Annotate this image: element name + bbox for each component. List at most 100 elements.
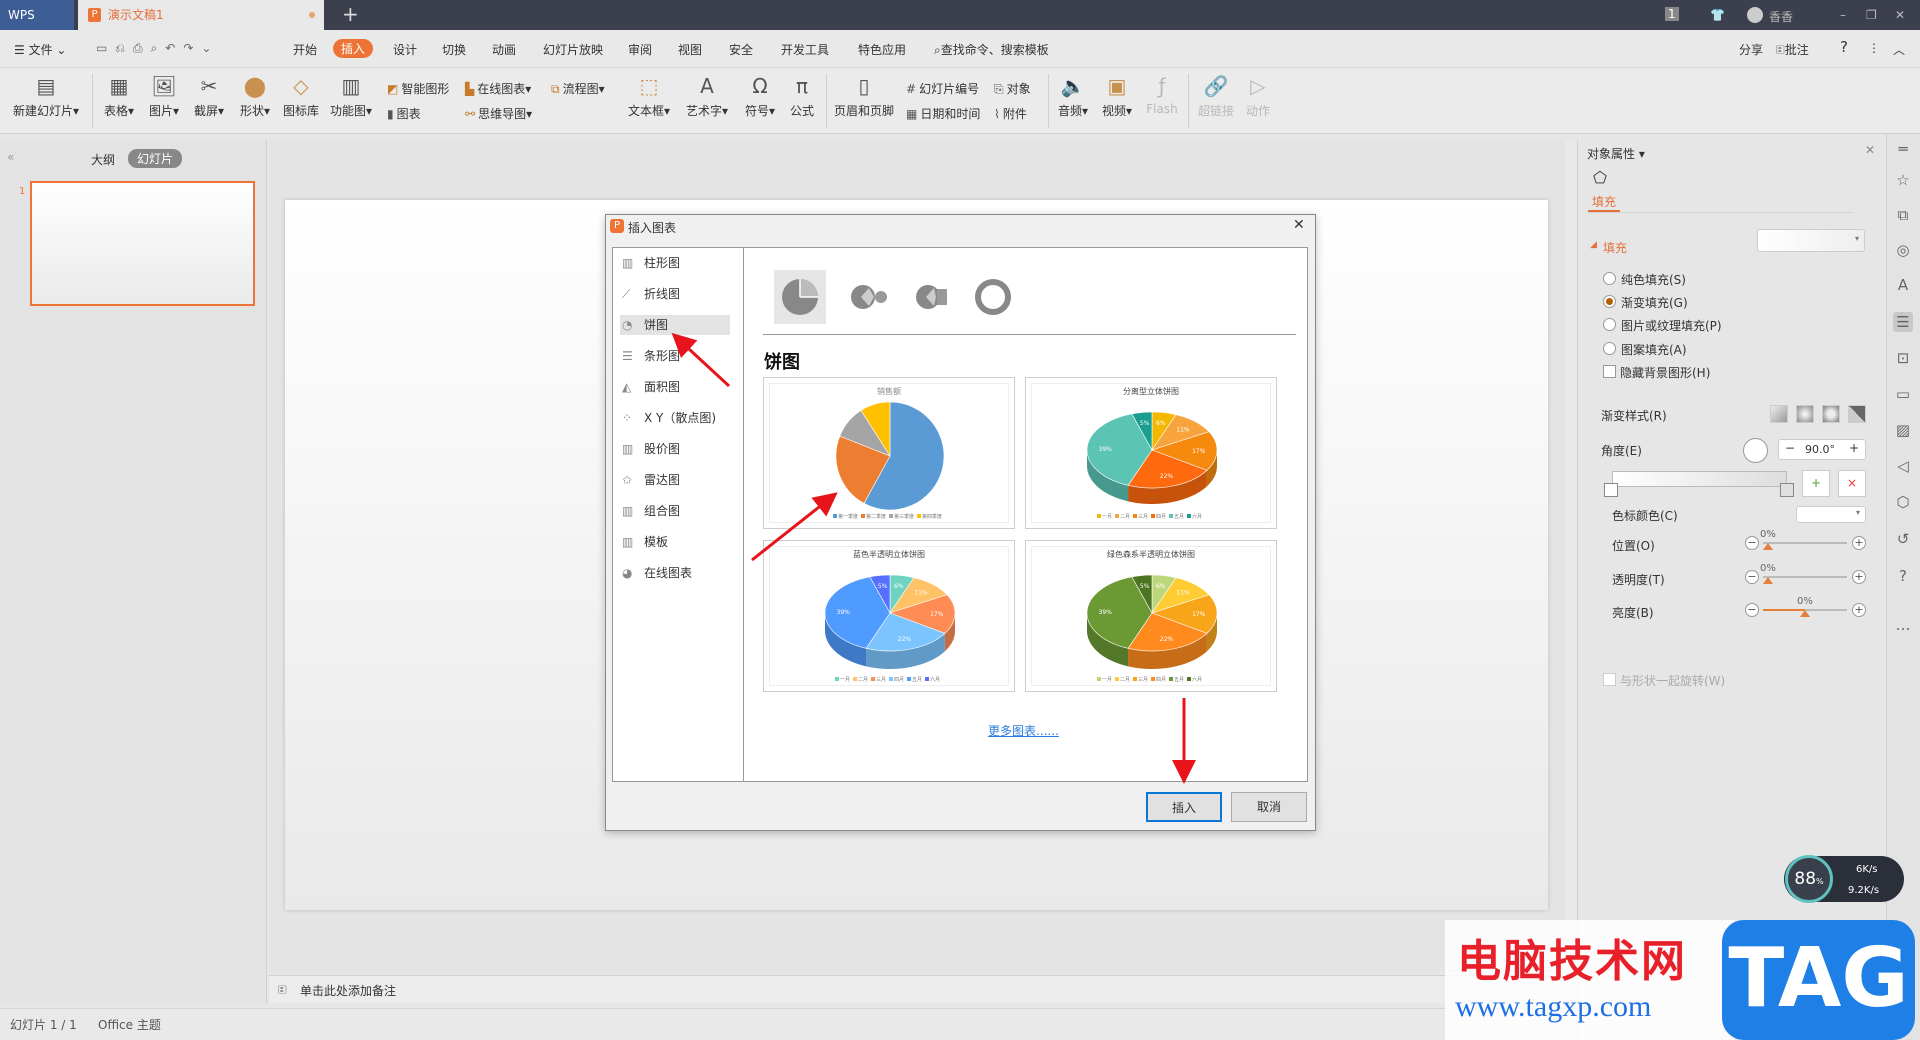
icon-library-button[interactable]: ◇ 图标库: [283, 72, 319, 119]
angle-stepper[interactable]: − 90.0° +: [1778, 439, 1866, 460]
command-search[interactable]: ⌕查找命令、搜索模板: [934, 41, 1049, 58]
hexagon-icon[interactable]: ⬡: [1893, 492, 1913, 512]
minimize-button[interactable]: –: [1840, 8, 1846, 22]
share-button[interactable]: 分享: [1739, 41, 1763, 58]
symbol-button[interactable]: Ω 符号▾: [745, 72, 775, 119]
page-badge[interactable]: 1: [1665, 7, 1679, 21]
tab-transition[interactable]: 切换: [442, 41, 466, 58]
brightness-minus[interactable]: −: [1745, 603, 1759, 617]
new-slide-button[interactable]: ▤ 新建幻灯片▾: [13, 72, 79, 119]
gradient-stop-end[interactable]: [1780, 483, 1794, 497]
text-style-icon[interactable]: A: [1893, 275, 1913, 295]
insert-button[interactable]: 插入: [1146, 792, 1222, 822]
tab-slideshow[interactable]: 幻灯片放映: [543, 41, 603, 58]
chart-category-item[interactable]: ▥ 组合图: [620, 501, 730, 521]
collapse-ribbon-icon[interactable]: ︿: [1893, 41, 1905, 58]
audio-button[interactable]: 🔈 音频▾: [1058, 72, 1088, 119]
header-footer-button[interactable]: ▯ 页眉和页脚: [834, 72, 894, 119]
help-button[interactable]: ?: [1840, 38, 1848, 56]
chart-template-card[interactable]: 分离型立体饼图 6% 11% 17% 22% 39% 5% 一月 二月 三月 四月 五月 六月: [1025, 377, 1277, 529]
tab-insert[interactable]: 插入: [333, 39, 374, 58]
angle-knob[interactable]: [1743, 438, 1768, 463]
chart-template-card[interactable]: 绿色森系半透明立体饼图 6% 11% 17% 22% 39% 5% 一月 二月 三月 四月 五月 六月: [1025, 540, 1277, 692]
transparency-slider-thumb[interactable]: [1763, 577, 1773, 584]
skin-icon[interactable]: 👕: [1710, 8, 1725, 22]
document-tab[interactable]: 演示文稿1: [78, 0, 324, 30]
flash-button[interactable]: ƒ Flash: [1146, 72, 1177, 116]
gradient-stop-start[interactable]: [1604, 483, 1618, 497]
attachment-button[interactable]: ⌇ 附件: [994, 105, 1027, 122]
tab-features[interactable]: 特色应用: [858, 41, 906, 58]
quick-access-toolbar[interactable]: ▭⎌⎙⌕↶↷⌄: [96, 41, 219, 56]
more-icon[interactable]: …: [1893, 615, 1913, 635]
rotate-with-shape-checkbox[interactable]: [1603, 673, 1616, 686]
chart-button[interactable]: ▮ 图表: [387, 105, 421, 122]
transparency-plus[interactable]: +: [1852, 570, 1866, 584]
flowchart-button[interactable]: ⧉ 流程图▾: [551, 80, 605, 97]
tab-review[interactable]: 审阅: [628, 41, 652, 58]
pie-of-pie-icon[interactable]: [851, 285, 887, 309]
tab-fill[interactable]: 填充: [1592, 193, 1616, 210]
properties-icon[interactable]: ☰: [1893, 312, 1913, 332]
slide-number-button[interactable]: # 幻灯片编号: [906, 80, 979, 97]
doughnut-icon[interactable]: [975, 279, 1011, 315]
tab-developer[interactable]: 开发工具: [781, 41, 829, 58]
tab-security[interactable]: 安全: [729, 41, 753, 58]
position-plus[interactable]: +: [1852, 536, 1866, 550]
shape-button[interactable]: ⬤ 形状▾: [240, 72, 270, 119]
pie-subtype-icon[interactable]: [782, 279, 818, 315]
chart-category-item[interactable]: ⟋ 折线图: [620, 284, 730, 304]
fill-color-dropdown[interactable]: ▾: [1757, 229, 1865, 252]
panel-title[interactable]: 对象属性 ▾: [1587, 145, 1645, 162]
more-charts-link[interactable]: 更多图表......: [988, 722, 1059, 739]
menu-lines-icon[interactable]: ═: [1893, 139, 1913, 159]
replace-icon[interactable]: ⧉: [1893, 205, 1913, 225]
transparency-slider[interactable]: [1763, 576, 1847, 578]
gradient-fill-radio[interactable]: [1603, 295, 1616, 308]
file-menu[interactable]: ☰ 文件 ⌄: [14, 41, 66, 58]
chart-category-item[interactable]: ✩ 雷达图: [620, 470, 730, 490]
picture-icon[interactable]: ⊡: [1893, 348, 1913, 368]
close-window-button[interactable]: ✕: [1895, 8, 1905, 22]
cancel-button[interactable]: 取消: [1231, 792, 1307, 822]
shapes-icon[interactable]: ◎: [1893, 240, 1913, 260]
mind-map-button[interactable]: ⚯ 思维导图▾: [465, 105, 532, 122]
new-tab-button[interactable]: +: [342, 2, 359, 26]
tab-design[interactable]: 设计: [393, 41, 417, 58]
object-button[interactable]: ⎘ 对象: [994, 80, 1031, 97]
notes-pane[interactable]: [269, 975, 1565, 1003]
comment-button[interactable]: 🗉批注: [1776, 41, 1809, 62]
chart-category-item[interactable]: ▥ 模板: [620, 532, 730, 552]
screenshot-button[interactable]: ✂ 截屏▾: [194, 72, 224, 119]
chart-category-item[interactable]: ◭ 面积图: [620, 377, 730, 397]
tab-outline[interactable]: 大纲: [91, 151, 115, 168]
slide-thumbnail[interactable]: [30, 181, 255, 306]
picture-button[interactable]: 🖼 图片▾: [149, 72, 179, 119]
smart-art-button[interactable]: ◩ 智能图形: [387, 80, 449, 97]
avatar[interactable]: [1747, 7, 1763, 23]
wordart-button[interactable]: A 艺术字▾: [686, 72, 728, 119]
path-gradient-style[interactable]: [1848, 405, 1866, 423]
rectangular-gradient-style[interactable]: [1822, 405, 1840, 423]
action-button[interactable]: ▷ 动作: [1245, 72, 1271, 119]
datetime-button[interactable]: ▦ 日期和时间: [906, 105, 980, 122]
formula-button[interactable]: π 公式: [789, 72, 815, 119]
chart-category-item[interactable]: ▥ 柱形图: [620, 253, 730, 273]
position-minus[interactable]: −: [1745, 536, 1759, 550]
image-icon[interactable]: ▨: [1893, 420, 1913, 440]
vertical-scrollbar[interactable]: [1565, 140, 1577, 920]
angle-value[interactable]: 90.0°: [1805, 443, 1835, 456]
textbox-button[interactable]: ⬚ 文本框▾: [628, 72, 670, 119]
chart-category-item[interactable]: ◕ 在线图表: [620, 563, 730, 583]
tab-home[interactable]: 开始: [293, 41, 317, 58]
brightness-plus[interactable]: +: [1852, 603, 1866, 617]
collapse-panel-icon[interactable]: «: [7, 150, 14, 164]
history-icon[interactable]: ↺: [1893, 529, 1913, 549]
stop-color-dropdown[interactable]: ▾: [1796, 506, 1866, 523]
chart-category-item[interactable]: ☰ 条形图: [620, 346, 730, 366]
help-icon[interactable]: ?: [1893, 566, 1913, 586]
gradient-bar[interactable]: [1612, 471, 1787, 487]
bar-of-pie-icon[interactable]: [916, 285, 947, 309]
hyperlink-button[interactable]: 🔗 超链接: [1198, 72, 1234, 119]
section-collapse-icon[interactable]: ◢: [1590, 240, 1597, 250]
